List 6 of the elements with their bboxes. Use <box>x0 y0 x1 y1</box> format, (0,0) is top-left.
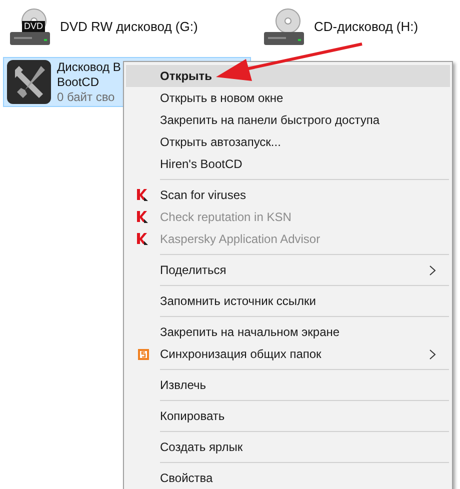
drive-label: DVD RW дисковод (G:) <box>60 18 198 36</box>
drive-tile-text: BootCD <box>57 74 100 90</box>
drive-tile-text: 0 байт сво <box>57 90 116 104</box>
dvd-badge: DVD <box>22 21 46 32</box>
drive-tile-text: Дисковод B <box>57 60 121 74</box>
drive-label: CD-дисковод (H:) <box>314 18 418 36</box>
